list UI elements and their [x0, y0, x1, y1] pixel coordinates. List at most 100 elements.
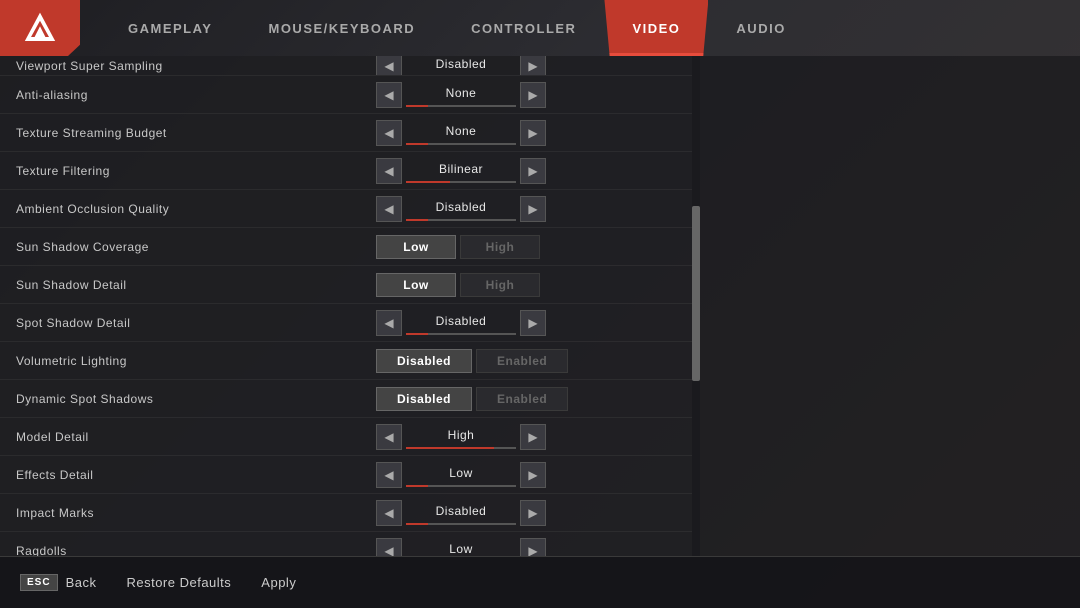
partial-arrow-right[interactable]: ▶: [520, 56, 546, 76]
logo-area: [0, 0, 80, 56]
tab-gameplay[interactable]: GAMEPLAY: [100, 0, 240, 56]
arrow-left-texture-streaming-budget[interactable]: ◀: [376, 120, 402, 146]
back-label: Back: [66, 575, 97, 590]
value-texture-filtering: Bilinear: [439, 159, 483, 179]
tab-controller[interactable]: CONTROLLER: [443, 0, 604, 56]
partial-value: Disabled: [436, 56, 487, 74]
label-model-detail: Model Detail: [16, 430, 376, 444]
toggle-low-sun-shadow-detail[interactable]: Low: [376, 273, 456, 297]
arrow-left-ambient-occlusion-quality[interactable]: ◀: [376, 196, 402, 222]
tab-mouse-keyboard[interactable]: MOUSE/KEYBOARD: [240, 0, 443, 56]
row-impact-marks: Impact Marks ◀ Disabled ▶: [0, 494, 700, 532]
row-ragdolls: Ragdolls ◀ Low ▶: [0, 532, 700, 556]
row-spot-shadow-detail: Spot Shadow Detail ◀ Disabled ▶: [0, 304, 700, 342]
arrow-right-effects-detail[interactable]: ▶: [520, 462, 546, 488]
tab-audio[interactable]: AUDIO: [708, 0, 813, 56]
value-spot-shadow-detail: Disabled: [436, 311, 487, 331]
arrow-right-ambient-occlusion-quality[interactable]: ▶: [520, 196, 546, 222]
row-effects-detail: Effects Detail ◀ Low ▶: [0, 456, 700, 494]
label-texture-streaming-budget: Texture Streaming Budget: [16, 126, 376, 140]
partial-value-container: Disabled: [406, 56, 516, 76]
back-button[interactable]: ESC Back: [20, 574, 96, 591]
underline-ambient-occlusion-quality: [406, 219, 516, 221]
arrow-left-impact-marks[interactable]: ◀: [376, 500, 402, 526]
arrow-left-texture-filtering[interactable]: ◀: [376, 158, 402, 184]
partial-control: ◀ Disabled ▶: [376, 56, 684, 76]
value-ragdolls: Low: [449, 539, 473, 557]
value-model-detail: High: [448, 425, 475, 445]
apply-button[interactable]: Apply: [261, 575, 296, 590]
label-ragdolls: Ragdolls: [16, 544, 376, 557]
arrow-left-anti-aliasing[interactable]: ◀: [376, 82, 402, 108]
label-texture-filtering: Texture Filtering: [16, 164, 376, 178]
control-ragdolls: ◀ Low ▶: [376, 538, 684, 557]
underline-texture-filtering: [406, 181, 516, 183]
label-sun-shadow-coverage: Sun Shadow Coverage: [16, 240, 376, 254]
arrow-right-ragdolls[interactable]: ▶: [520, 538, 546, 557]
arrow-right-spot-shadow-detail[interactable]: ▶: [520, 310, 546, 336]
arrow-right-model-detail[interactable]: ▶: [520, 424, 546, 450]
restore-defaults-button[interactable]: Restore Defaults: [126, 575, 231, 590]
toggle-volumetric-lighting: Disabled Enabled: [376, 349, 568, 373]
arrow-right-texture-filtering[interactable]: ▶: [520, 158, 546, 184]
apex-logo-icon: [22, 10, 58, 46]
toggle-high-sun-shadow-detail[interactable]: High: [460, 273, 540, 297]
arrow-right-impact-marks[interactable]: ▶: [520, 500, 546, 526]
restore-defaults-label: Restore Defaults: [126, 575, 231, 590]
underline-effects-detail: [406, 485, 516, 487]
label-spot-shadow-detail: Spot Shadow Detail: [16, 316, 376, 330]
partial-label: Viewport Super Sampling: [16, 59, 376, 73]
bottom-bar: ESC Back Restore Defaults Apply: [0, 556, 1080, 608]
control-anti-aliasing: ◀ None ▶: [376, 82, 684, 108]
nav-tabs: GAMEPLAY MOUSE/KEYBOARD CONTROLLER VIDEO…: [80, 0, 814, 56]
label-dynamic-spot-shadows: Dynamic Spot Shadows: [16, 392, 376, 406]
value-container-anti-aliasing: None: [406, 83, 516, 107]
control-spot-shadow-detail: ◀ Disabled ▶: [376, 310, 684, 336]
row-volumetric-lighting: Volumetric Lighting Disabled Enabled: [0, 342, 700, 380]
arrow-left-model-detail[interactable]: ◀: [376, 424, 402, 450]
toggle-enabled-dynamic-spot-shadows[interactable]: Enabled: [476, 387, 568, 411]
toggle-high-sun-shadow-coverage[interactable]: High: [460, 235, 540, 259]
value-container-texture-filtering: Bilinear: [406, 159, 516, 183]
arrow-right-anti-aliasing[interactable]: ▶: [520, 82, 546, 108]
value-container-model-detail: High: [406, 425, 516, 449]
value-ambient-occlusion-quality: Disabled: [436, 197, 487, 217]
row-anti-aliasing: Anti-aliasing ◀ None ▶: [0, 76, 700, 114]
apply-label: Apply: [261, 575, 296, 590]
toggle-disabled-dynamic-spot-shadows[interactable]: Disabled: [376, 387, 472, 411]
content-area: Viewport Super Sampling ◀ Disabled ▶ Ant…: [0, 56, 1080, 556]
toggle-sun-shadow-detail: Low High: [376, 273, 540, 297]
label-impact-marks: Impact Marks: [16, 506, 376, 520]
arrow-left-spot-shadow-detail[interactable]: ◀: [376, 310, 402, 336]
tab-video[interactable]: VIDEO: [604, 0, 708, 56]
arrow-left-ragdolls[interactable]: ◀: [376, 538, 402, 557]
control-impact-marks: ◀ Disabled ▶: [376, 500, 684, 526]
scroll-thumb: [692, 206, 700, 381]
value-container-impact-marks: Disabled: [406, 501, 516, 525]
row-model-detail: Model Detail ◀ High ▶: [0, 418, 700, 456]
value-container-ambient-occlusion-quality: Disabled: [406, 197, 516, 221]
partial-arrow-left[interactable]: ◀: [376, 56, 402, 76]
toggle-disabled-volumetric-lighting[interactable]: Disabled: [376, 349, 472, 373]
row-sun-shadow-detail: Sun Shadow Detail Low High: [0, 266, 700, 304]
control-effects-detail: ◀ Low ▶: [376, 462, 684, 488]
underline-impact-marks: [406, 523, 516, 525]
label-effects-detail: Effects Detail: [16, 468, 376, 482]
control-texture-filtering: ◀ Bilinear ▶: [376, 158, 684, 184]
arrow-right-texture-streaming-budget[interactable]: ▶: [520, 120, 546, 146]
underline-model-detail: [406, 447, 516, 449]
row-sun-shadow-coverage: Sun Shadow Coverage Low High: [0, 228, 700, 266]
underline-anti-aliasing: [406, 105, 516, 107]
page-container: GAMEPLAY MOUSE/KEYBOARD CONTROLLER VIDEO…: [0, 0, 1080, 608]
toggle-enabled-volumetric-lighting[interactable]: Enabled: [476, 349, 568, 373]
label-volumetric-lighting: Volumetric Lighting: [16, 354, 376, 368]
row-texture-streaming-budget: Texture Streaming Budget ◀ None ▶: [0, 114, 700, 152]
label-ambient-occlusion-quality: Ambient Occlusion Quality: [16, 202, 376, 216]
value-container-effects-detail: Low: [406, 463, 516, 487]
value-anti-aliasing: None: [446, 83, 477, 103]
toggle-low-sun-shadow-coverage[interactable]: Low: [376, 235, 456, 259]
arrow-left-effects-detail[interactable]: ◀: [376, 462, 402, 488]
control-dynamic-spot-shadows: Disabled Enabled: [376, 387, 684, 411]
scroll-indicator[interactable]: [692, 56, 700, 556]
underline-spot-shadow-detail: [406, 333, 516, 335]
